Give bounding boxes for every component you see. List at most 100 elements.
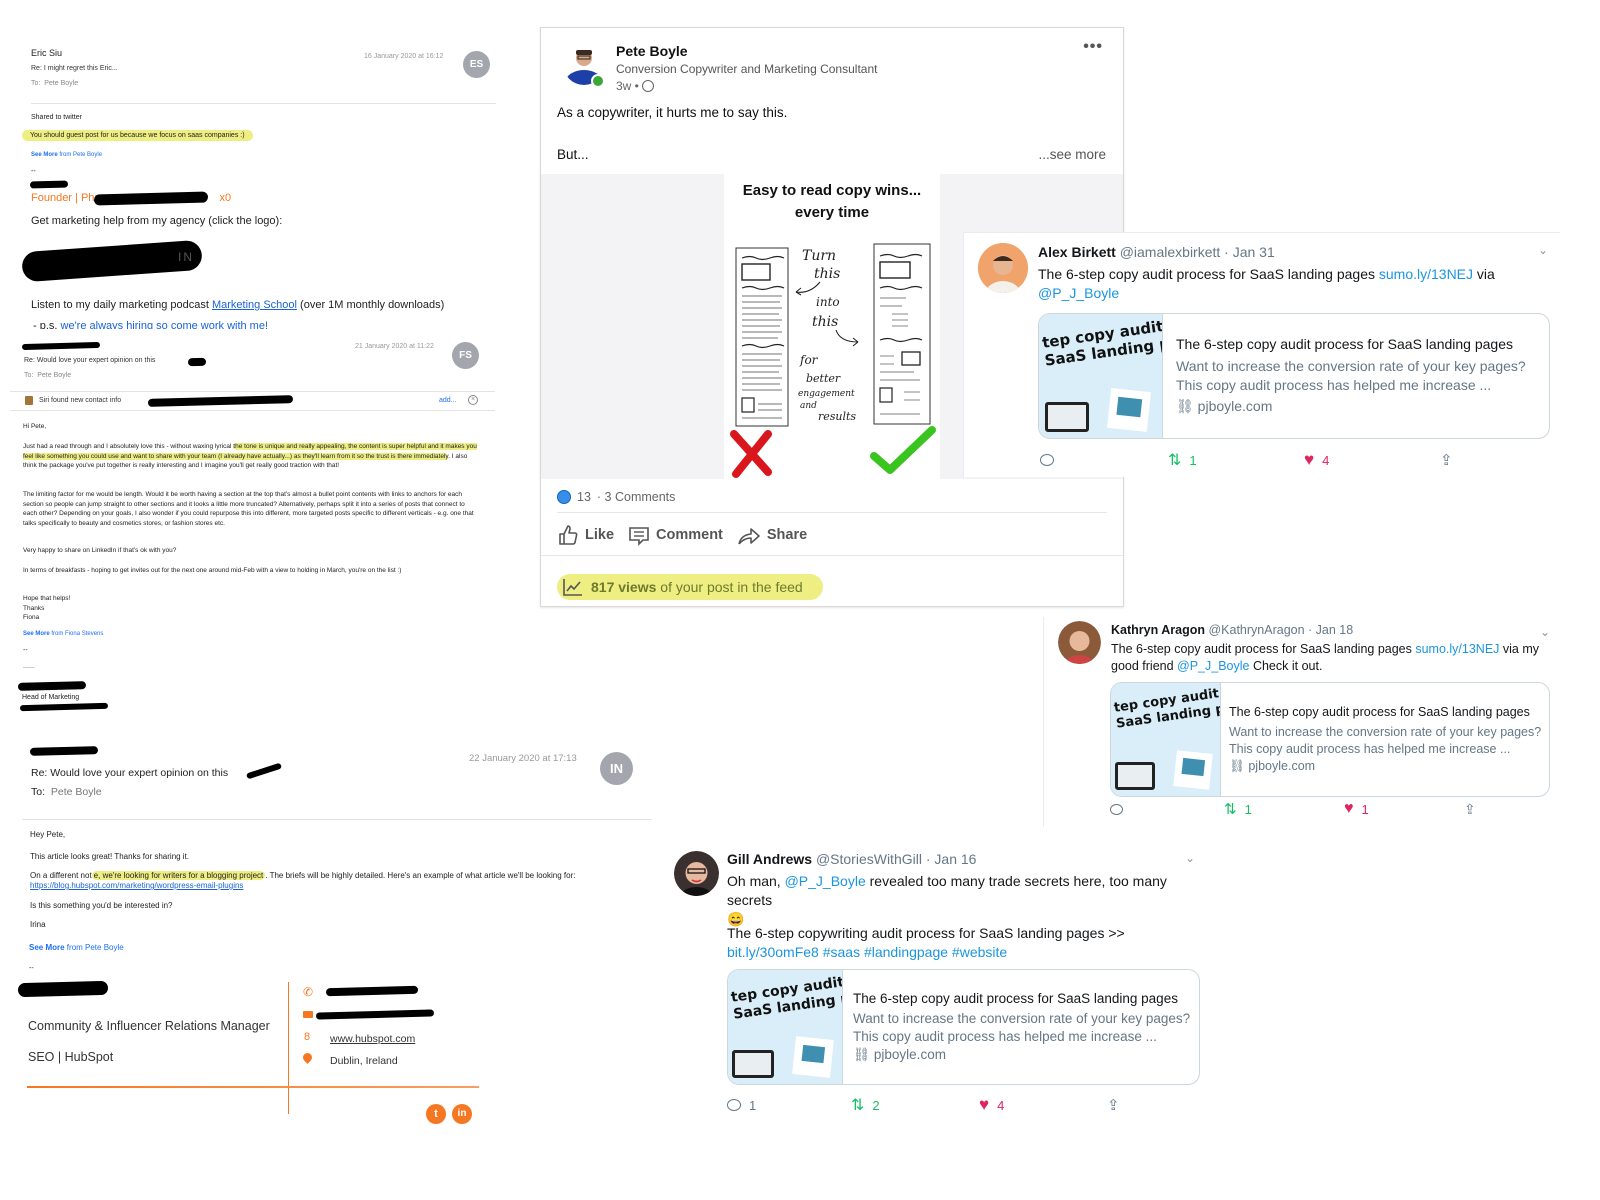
share-button[interactable]: ⇪: [1440, 451, 1453, 469]
chevron-down-icon[interactable]: ⌄: [1540, 625, 1550, 639]
sig-separator: --: [31, 168, 36, 175]
siri-add-button[interactable]: add...: [439, 397, 457, 404]
avatar[interactable]: [1058, 621, 1101, 664]
phone-icon: ✆: [303, 985, 314, 999]
tweet-link[interactable]: sumo.ly/13NEJ: [1379, 266, 1473, 282]
see-more-link[interactable]: See More from Pete Boyle: [31, 152, 102, 158]
signature-role: Head of Marketing: [22, 694, 80, 701]
redacted-sender: [21, 341, 101, 351]
divider: [10, 391, 495, 392]
linkedin-icon[interactable]: in: [452, 1104, 472, 1124]
share-icon: ⇪: [1440, 452, 1453, 469]
globe-icon: [642, 80, 655, 92]
siri-suggestion: Siri found new contact info: [39, 397, 122, 404]
link-icon: 8: [304, 1031, 311, 1043]
tweet-handle[interactable]: @StoriesWithGill: [816, 851, 922, 867]
share-button[interactable]: ⇪: [1464, 801, 1476, 818]
comment-count[interactable]: · 3 Comments: [597, 490, 676, 504]
example-article-link[interactable]: https://blog.hubspot.com/marketing/wordp…: [30, 881, 243, 890]
share-icon: [738, 528, 760, 545]
avatar[interactable]: [978, 243, 1028, 293]
like-reaction-icon: [557, 490, 571, 504]
post-views[interactable]: 817 views of your post in the feed: [557, 574, 823, 600]
redacted-sender: [29, 746, 99, 756]
tweet-author[interactable]: Gill Andrews: [727, 851, 812, 867]
close-icon[interactable]: ×: [468, 395, 478, 405]
tweet-date[interactable]: · Jan 18: [1308, 623, 1353, 637]
retweet-button[interactable]: ⇅ 1: [1224, 800, 1344, 818]
tweet-text: Oh man, @P_J_Boyle revealed too many tra…: [727, 873, 1167, 927]
twitter-icon[interactable]: t: [426, 1104, 446, 1124]
link-card[interactable]: tep copy audit pSaaS landing pa The 6-st…: [1038, 313, 1550, 439]
sketch-illustration: Turn this into this for better engagement an…: [730, 243, 936, 478]
tweet-link[interactable]: bit.ly/30omFe8 #saas #landingpage #websi…: [727, 944, 1007, 960]
hiring-link[interactable]: we're always hiring so come work with me…: [61, 320, 269, 329]
svg-text:for: for: [799, 353, 819, 367]
chevron-down-icon[interactable]: ⌄: [1185, 851, 1195, 865]
reply-button[interactable]: 1: [727, 1098, 851, 1113]
like-button[interactable]: ♥ 1: [1344, 800, 1464, 818]
redaction: [187, 357, 207, 367]
like-button[interactable]: ♥ 4: [979, 1095, 1107, 1115]
mention-link[interactable]: @P_J_Boyle: [1038, 285, 1119, 301]
comment-button[interactable]: Comment: [628, 524, 723, 546]
card-title: The 6-step copy audit process for SaaS l…: [853, 991, 1178, 1006]
see-more-link[interactable]: See More from Pete Boyle: [29, 943, 124, 952]
retweet-button[interactable]: ⇅ 2: [851, 1095, 979, 1115]
tweet-author[interactable]: Alex Birkett: [1038, 244, 1116, 260]
online-status-indicator: [591, 74, 605, 88]
signature-divider: [288, 982, 289, 1072]
svg-text:into: into: [816, 295, 840, 309]
signature-dept: SEO | HubSpot: [28, 1050, 114, 1064]
heart-icon: ♥: [1344, 800, 1354, 817]
see-more-link[interactable]: See More from Fiona Stevens: [23, 631, 103, 637]
reply-icon: [1040, 454, 1054, 466]
tweet[interactable]: Kathryn Aragon @KathrynAragon · Jan 18 ⌄…: [1043, 617, 1560, 827]
redaction: [147, 395, 294, 407]
tweet[interactable]: Gill Andrews @StoriesWithGill · Jan 16 ⌄…: [667, 845, 1207, 1120]
reaction-count[interactable]: 13: [577, 490, 591, 504]
share-button[interactable]: ⇪: [1107, 1096, 1120, 1114]
email-recipient: To: Pete Boyle: [24, 372, 72, 379]
share-button[interactable]: Share: [737, 524, 807, 546]
redaction: [19, 702, 109, 712]
author-name[interactable]: Pete Boyle: [616, 43, 688, 59]
reply-button[interactable]: [1110, 803, 1224, 815]
tweet-handle[interactable]: @iamalexbirkett: [1120, 244, 1221, 260]
see-more-button[interactable]: ...see more: [1038, 147, 1106, 162]
svg-text:better: better: [806, 372, 841, 385]
podcast-link[interactable]: Marketing School: [212, 299, 297, 311]
retweet-button[interactable]: ⇅ 1: [1168, 450, 1304, 470]
reply-button[interactable]: [1040, 454, 1168, 466]
tweet-actions: 1 ⇅ 2 ♥ 4 ⇪: [727, 1095, 1147, 1115]
tweet-link[interactable]: sumo.ly/13NEJ: [1415, 642, 1499, 656]
like-button[interactable]: Like: [557, 524, 614, 546]
tweet-handle[interactable]: @KathrynAragon: [1208, 623, 1304, 637]
email-paragraph: The limiting factor for me would be leng…: [23, 491, 474, 527]
link-card[interactable]: tep copy audit pSaaS landing pa The 6-st…: [727, 969, 1200, 1085]
mention-link[interactable]: @P_J_Boyle: [1177, 659, 1249, 673]
more-options-button[interactable]: •••: [1083, 38, 1103, 56]
tweet-author[interactable]: Kathryn Aragon: [1111, 623, 1205, 637]
post-time: 3w •: [616, 79, 655, 93]
mention-link[interactable]: @P_J_Boyle: [785, 873, 866, 889]
tweet[interactable]: Alex Birkett @iamalexbirkett · Jan 31 ⌄ …: [963, 232, 1560, 477]
chevron-down-icon[interactable]: ⌄: [1538, 243, 1548, 257]
signature-rule: [27, 1086, 479, 1088]
post-image[interactable]: Easy to read copy wins... every time Tur…: [724, 174, 940, 479]
thumbs-up-icon: [559, 525, 578, 545]
link-card[interactable]: tep copy audit pSaaS landing pa The 6-st…: [1110, 682, 1550, 797]
email-paragraph: Is this something you'd be interested in…: [30, 901, 173, 910]
social-counts[interactable]: 13 · 3 Comments: [557, 490, 675, 504]
like-button[interactable]: ♥ 4: [1304, 450, 1440, 470]
card-domain: ⛓ pjboyle.com: [1229, 759, 1316, 773]
redacted-name: [17, 980, 109, 998]
divider: [557, 512, 1107, 513]
contacts-icon: [25, 396, 33, 405]
redaction: [315, 1009, 435, 1020]
tweet-date[interactable]: · Jan 16: [926, 851, 977, 867]
avatar[interactable]: [674, 851, 719, 896]
tweet-date[interactable]: · Jan 31: [1224, 244, 1275, 260]
website-link[interactable]: www.hubspot.com: [330, 1033, 415, 1045]
card-title: The 6-step copy audit process for SaaS l…: [1229, 705, 1530, 719]
